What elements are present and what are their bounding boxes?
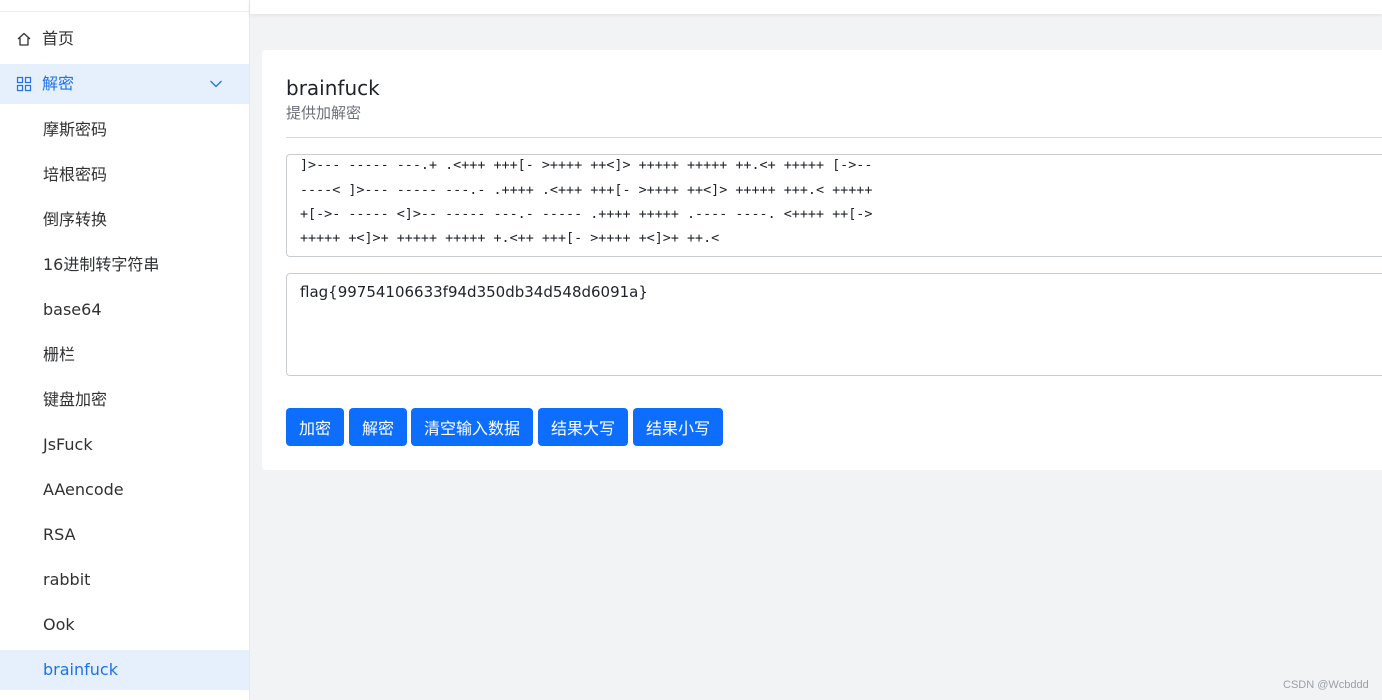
lowercase-result-button[interactable]: 结果小写 [633,408,723,446]
sidebar-item-rabbit[interactable]: rabbit [0,560,249,600]
sidebar-top-divider [0,0,250,12]
sidebar-group-decrypt[interactable]: 解密 [0,64,249,104]
encrypt-button[interactable]: 加密 [286,408,344,446]
sidebar-item-label: 培根密码 [43,165,108,184]
sidebar-item-label: RSA [43,525,76,544]
sidebar-item-brainfuck[interactable]: brainfuck [0,650,249,690]
clear-input-button[interactable]: 清空输入数据 [411,408,533,446]
input-line: +++++ +<]>+ +++++ +++++ +.<++ +++[- >+++… [300,231,720,246]
sidebar-item-ook[interactable]: Ook [0,605,249,645]
sidebar-item-label: 16进制转字符串 [43,255,160,274]
sidebar-item-label: 首页 [42,29,75,48]
result-text: flag{99754106633f94d350db34d548d6091a} [300,283,648,301]
sidebar-item-morse[interactable]: 摩斯密码 [0,110,249,150]
home-icon [17,32,31,46]
page-subtitle: 提供加解密 [286,104,362,122]
uppercase-result-button[interactable]: 结果大写 [538,408,628,446]
sidebar-item-label: 键盘加密 [43,390,108,409]
sidebar-item-label: AAencode [43,480,124,499]
page-title: brainfuck [286,76,380,100]
sidebar-item-aaencode[interactable]: AAencode [0,470,249,510]
sidebar-item-label: 栅栏 [43,345,76,364]
sidebar-item-base64[interactable]: base64 [0,290,249,330]
sidebar-item-label: 倒序转换 [43,210,108,229]
grid-icon [16,76,32,92]
chevron-down-icon [210,80,222,88]
input-line: ]>--- ----- ---.+ .<+++ +++[- >++++ ++<]… [300,158,873,173]
result-output-textarea[interactable]: flag{99754106633f94d350db34d548d6091a} [286,273,1382,376]
sidebar-item-label: rabbit [43,570,91,589]
sidebar-item-rsa[interactable]: RSA [0,515,249,555]
sidebar: 首页 解密 摩斯密码 培根密码 倒序转换 16进制转字符串 base64 栅栏 … [0,0,250,700]
sidebar-item-label: Ook [43,615,75,634]
sidebar-group-label: 解密 [42,74,75,93]
title-divider [286,137,1382,138]
sidebar-item-label: brainfuck [43,660,118,679]
watermark: CSDN @Wcbddd [1283,679,1369,691]
sidebar-item-reverse[interactable]: 倒序转换 [0,200,249,240]
input-line: ----< ]>--- ----- ---.- .++++ .<+++ +++[… [300,183,873,198]
cipher-input-textarea[interactable]: ]>--- ----- ---.+ .<+++ +++[- >++++ ++<]… [286,154,1382,257]
input-line: +[->- ----- <]>-- ----- ---.- ----- .+++… [300,207,873,222]
sidebar-item-label: 摩斯密码 [43,120,108,139]
sidebar-item-keyboard-cipher[interactable]: 键盘加密 [0,380,249,420]
sidebar-item-hex-to-string[interactable]: 16进制转字符串 [0,245,249,285]
decrypt-button[interactable]: 解密 [349,408,407,446]
sidebar-item-label: JsFuck [43,435,93,454]
brainfuck-panel: brainfuck 提供加解密 ]>--- ----- ---.+ .<+++ … [262,50,1382,470]
sidebar-item-label: base64 [43,300,102,319]
sidebar-item-jsfuck[interactable]: JsFuck [0,425,249,465]
top-header [250,0,1382,14]
sidebar-item-rail-fence[interactable]: 栅栏 [0,335,249,375]
sidebar-item-bacon[interactable]: 培根密码 [0,155,249,195]
sidebar-item-home[interactable]: 首页 [0,19,249,59]
